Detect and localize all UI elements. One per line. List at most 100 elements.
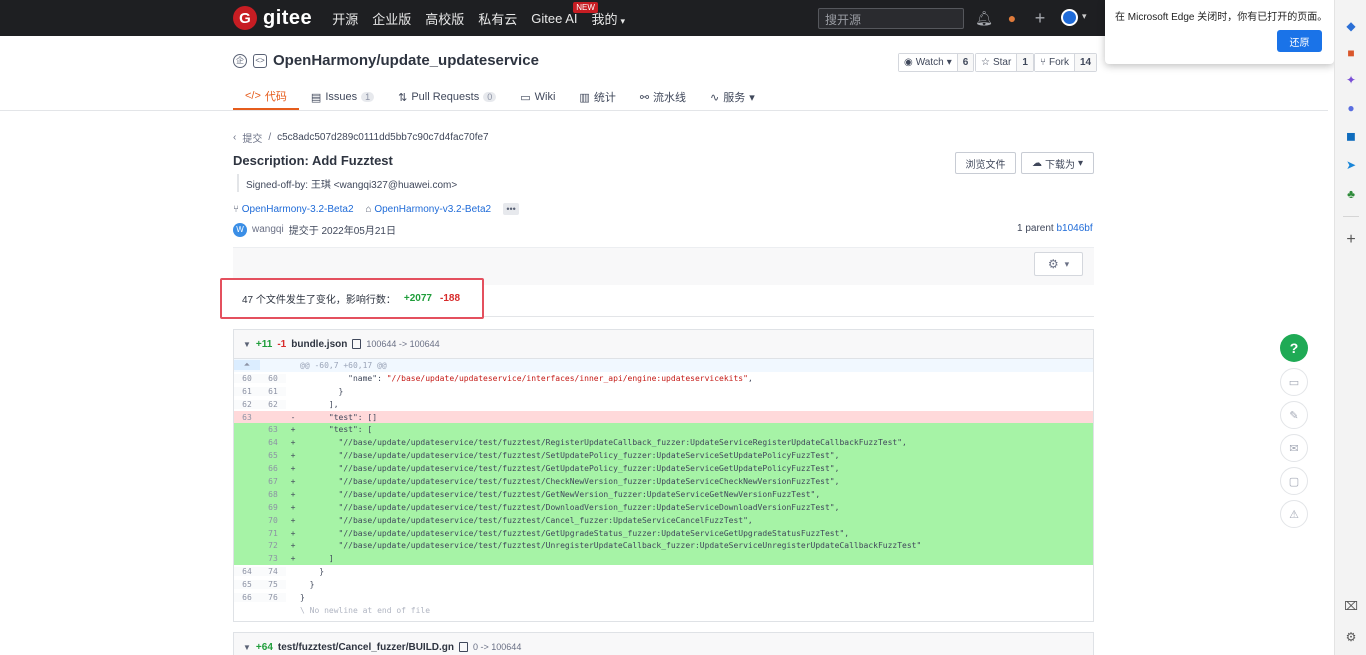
feedback-icon[interactable]: ▭ (1280, 368, 1308, 396)
code-line: "//base/update/updateservice/test/fuzzte… (300, 516, 1093, 525)
old-line-number[interactable]: 66 (234, 592, 260, 602)
chevron-down-icon[interactable]: ▾ (1082, 11, 1087, 22)
breadcrumb-commits-link[interactable]: 提交 (242, 130, 262, 145)
chevron-left-icon[interactable]: ‹ (233, 132, 236, 143)
branch-link[interactable]: ⑂ OpenHarmony-3.2-Beta2 (233, 204, 354, 215)
avatar[interactable] (1061, 9, 1078, 26)
diff-row: 70 + "//base/update/updateservice/test/fu… (234, 513, 1093, 527)
more-refs-button[interactable]: ••• (503, 203, 520, 215)
send-icon[interactable]: ➤ (1343, 157, 1359, 173)
diff-file-header[interactable]: ▼ +11 -1 bundle.json 100644 -> 100644 (234, 330, 1093, 359)
new-line-number[interactable]: 60 (260, 373, 286, 383)
watch-button[interactable]: ◉ Watch ▾ 6 (898, 53, 975, 72)
new-line-number[interactable]: 63 (260, 425, 286, 435)
star-button[interactable]: ☆ Star 1 (975, 53, 1034, 72)
new-line-number[interactable]: 68 (260, 489, 286, 499)
help-button[interactable]: ? (1280, 334, 1308, 362)
location-pin-icon[interactable]: ● (1004, 9, 1020, 27)
new-line-number[interactable]: 71 (260, 528, 286, 538)
repo-name[interactable]: OpenHarmony/update_updateservice (273, 52, 539, 69)
diff-sign: + (290, 464, 296, 474)
copy-icon[interactable] (352, 339, 362, 349)
briefcase-icon[interactable]: ■ (1343, 45, 1359, 61)
old-line-number[interactable]: 64 (234, 567, 260, 577)
gear-icon[interactable]: ⚙ (1343, 629, 1359, 645)
diff-file-header[interactable]: ▼ +64 test/fuzztest/Cancel_fuzzer/BUILD.… (234, 633, 1093, 655)
new-line-number[interactable]: 66 (260, 464, 286, 474)
nav-education[interactable]: 高校版 (425, 9, 464, 28)
file-name[interactable]: test/fuzztest/Cancel_fuzzer/BUILD.gn (278, 642, 454, 653)
file-name[interactable]: bundle.json (291, 339, 347, 350)
bar-chart-icon: ▥ (579, 91, 590, 104)
chat-icon[interactable]: ▢ (1280, 467, 1308, 495)
new-line-number[interactable]: 65 (260, 451, 286, 461)
tab-wiki[interactable]: ▭ Wiki (508, 84, 567, 110)
new-line-number[interactable]: 75 (260, 580, 286, 590)
copy-icon[interactable] (459, 642, 469, 652)
nav-open-source[interactable]: 开源 (332, 9, 358, 28)
tab-services[interactable]: ∿ 服务 ▾ (698, 84, 767, 110)
fork-button[interactable]: ⑂ Fork 14 (1034, 53, 1098, 72)
fork-count[interactable]: 14 (1074, 54, 1097, 71)
new-line-number[interactable]: 72 (260, 541, 286, 551)
copilot-icon[interactable]: ● (1343, 100, 1359, 116)
watch-count[interactable]: 6 (956, 54, 974, 71)
warning-icon[interactable]: ⚠ (1280, 500, 1308, 528)
old-line-number[interactable]: 62 (234, 399, 260, 409)
search-input[interactable]: 搜开源 (818, 8, 964, 29)
new-line-number[interactable]: 64 (260, 438, 286, 448)
parent-sha-link[interactable]: b1046bf (1056, 223, 1092, 234)
new-line-number[interactable]: 70 (260, 515, 286, 525)
diff-settings-button[interactable]: ⚙ ▾ (1034, 252, 1083, 276)
diff-body: ⏶ @@ -60,7 +60,17 @@ 60 60 "name": "//base/… (234, 359, 1093, 617)
nav-gitee-ai[interactable]: Gitee AI NEW (531, 1, 598, 26)
new-line-number[interactable]: 61 (260, 386, 286, 396)
old-line-number[interactable]: 63 (234, 412, 260, 422)
tag-name: OpenHarmony-v3.2-Beta2 (374, 203, 492, 215)
tab-issues-label: Issues (325, 91, 358, 103)
author-name[interactable]: wangqi (252, 224, 284, 235)
collapse-triangle-icon[interactable]: ▼ (243, 643, 251, 652)
tab-stats[interactable]: ▥ 统计 (567, 84, 627, 110)
diff-row: 63 + "test": [ (234, 423, 1093, 437)
add-icon[interactable]: + (1343, 231, 1359, 248)
nav-private-cloud[interactable]: 私有云 (478, 9, 517, 28)
nav-mine[interactable]: 我的 ▾ (592, 9, 626, 28)
download-button[interactable]: ☁ 下载为 ▾ (1021, 152, 1094, 174)
new-line-number[interactable]: 73 (260, 554, 286, 564)
gitee-logo[interactable]: G gitee (233, 6, 312, 30)
expand-up-icon[interactable]: ⏶ (234, 360, 260, 371)
old-line-number[interactable]: 65 (234, 580, 260, 590)
tag-icon[interactable]: ◆ (1343, 18, 1359, 34)
star-count[interactable]: 1 (1016, 54, 1033, 71)
outlook-icon[interactable]: ◼ (1343, 128, 1359, 144)
new-line-number[interactable]: 76 (260, 592, 286, 602)
collapse-triangle-icon[interactable]: ▼ (243, 340, 251, 349)
tab-issues[interactable]: ▤ Issues 1 (299, 84, 386, 110)
plus-icon[interactable]: + (1032, 8, 1048, 28)
issues-count: 1 (361, 92, 375, 102)
diff-sign: + (290, 502, 296, 512)
pipeline-icon: ⚯ (639, 91, 650, 104)
tag-link[interactable]: ⌂ OpenHarmony-v3.2-Beta2 (366, 204, 492, 215)
screenshot-icon[interactable]: ⌧ (1343, 598, 1359, 614)
tree-icon[interactable]: ♣ (1343, 186, 1359, 202)
mail-icon[interactable]: ✉ (1280, 434, 1308, 462)
old-line-number[interactable]: 61 (234, 386, 260, 396)
edit-icon[interactable]: ✎ (1280, 401, 1308, 429)
tab-pull-requests-label: Pull Requests (411, 91, 480, 103)
bell-icon[interactable]: 🔔︎ (975, 9, 993, 27)
old-line-number[interactable]: 60 (234, 373, 260, 383)
puzzle-icon[interactable]: ✦ (1343, 72, 1359, 88)
author-avatar[interactable]: W (233, 222, 247, 237)
new-line-number[interactable]: 62 (260, 399, 286, 409)
tab-code[interactable]: </> 代码 (233, 84, 299, 110)
new-line-number[interactable]: 67 (260, 476, 286, 486)
restore-button[interactable]: 还原 (1277, 30, 1322, 52)
nav-enterprise[interactable]: 企业版 (372, 9, 411, 28)
new-line-number[interactable]: 74 (260, 567, 286, 577)
tab-pipeline[interactable]: ⚯ 流水线 (628, 84, 698, 110)
new-line-number[interactable]: 69 (260, 502, 286, 512)
browse-files-button[interactable]: 浏览文件 (955, 152, 1016, 174)
tab-pull-requests[interactable]: ⇅ Pull Requests 0 (386, 84, 508, 110)
